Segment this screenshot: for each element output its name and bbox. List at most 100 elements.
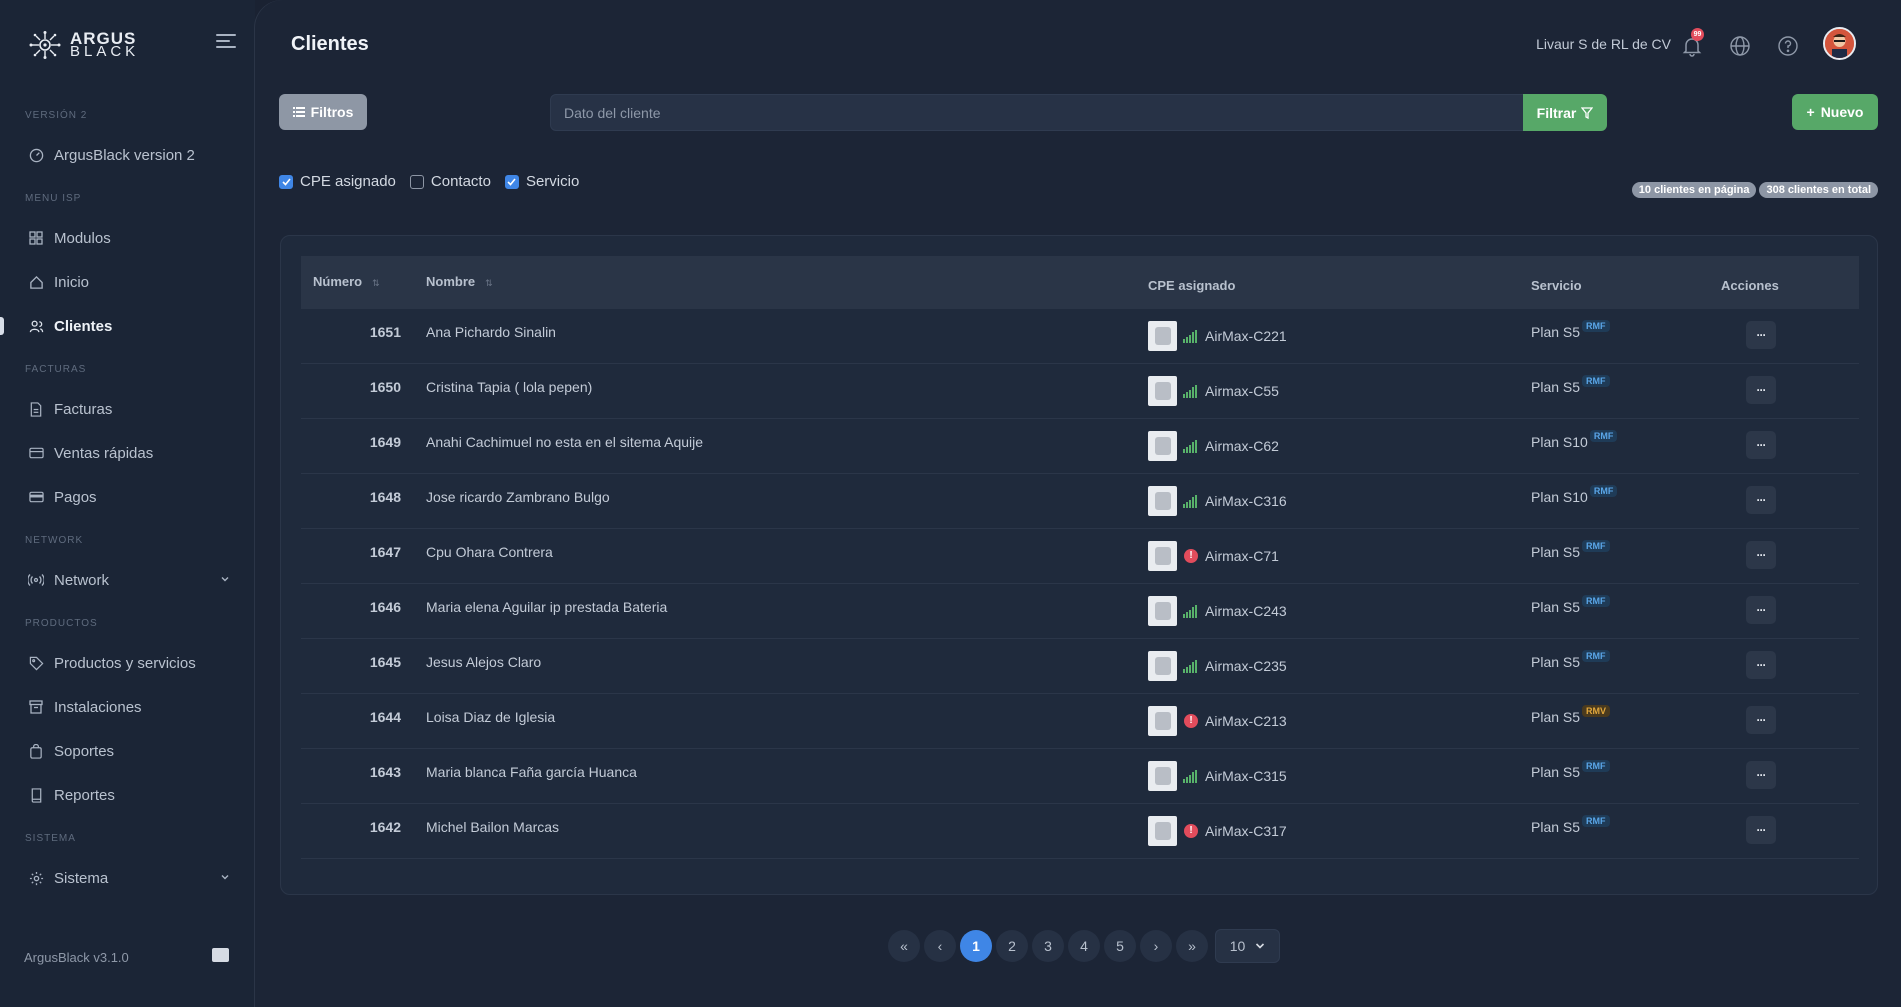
home-icon xyxy=(28,274,44,290)
actions-button[interactable]: ··· xyxy=(1746,761,1776,789)
device-image xyxy=(1148,651,1177,681)
filtrar-label: Filtrar xyxy=(1536,104,1577,121)
sidebar-item-pagos[interactable]: Pagos xyxy=(0,480,255,514)
page-button-2[interactable]: 2 xyxy=(996,930,1028,962)
filtrar-button[interactable]: Filtrar xyxy=(1523,94,1607,131)
table-row[interactable]: 1649 Anahi Cachimuel no esta en el sitema… xyxy=(301,419,1859,474)
toggle-contacto[interactable]: Contacto xyxy=(409,173,491,190)
cpe-name[interactable]: AirMax-C315 xyxy=(1205,768,1287,784)
actions-button[interactable]: ··· xyxy=(1746,321,1776,349)
page-button-1[interactable]: 1 xyxy=(960,930,992,962)
search-input[interactable] xyxy=(550,94,1528,131)
cpe-name[interactable]: AirMax-C213 xyxy=(1205,713,1287,729)
sidebar-item-argusblack-v2[interactable]: ArgusBlack version 2 xyxy=(0,138,255,172)
nuevo-button[interactable]: + Nuevo xyxy=(1792,94,1878,130)
menu-toggle-icon[interactable] xyxy=(216,34,238,52)
help-icon[interactable] xyxy=(1777,35,1799,57)
filtros-button[interactable]: Filtros xyxy=(279,94,367,130)
checkbox-checked-icon[interactable] xyxy=(504,174,519,189)
sidebar-item-modulos[interactable]: Modulos xyxy=(0,221,255,255)
sidebar-item-network[interactable]: Network xyxy=(0,563,255,597)
per-page-select[interactable]: 10 xyxy=(1215,929,1280,963)
toggle-cpe-asignado[interactable]: CPE asignado xyxy=(279,173,396,190)
table-row[interactable]: 1650 Cristina Tapia ( lola pepen) Airmax-C… xyxy=(301,364,1859,419)
table-row[interactable]: 1643 Maria blanca Faña garcía Huanca AirMa… xyxy=(301,749,1859,804)
first-page-button[interactable]: « xyxy=(888,930,920,962)
cpe-name[interactable]: AirMax-C221 xyxy=(1205,328,1287,344)
checkbox-checked-icon[interactable] xyxy=(279,174,293,189)
actions-button[interactable]: ··· xyxy=(1746,816,1776,844)
section-productos: PRODUCTOS xyxy=(25,618,98,629)
client-name[interactable]: Michel Bailon Marcas xyxy=(426,819,559,835)
sidebar-item-reportes[interactable]: Reportes xyxy=(0,778,255,812)
table-row[interactable]: 1651 Ana Pichardo Sinalin AirMax-C221 Plan … xyxy=(301,309,1859,364)
sidebar-item-ventas-rapidas[interactable]: Ventas rápidas xyxy=(0,436,255,470)
avatar[interactable] xyxy=(1823,27,1856,60)
device-image xyxy=(1148,431,1177,461)
cpe-cell: Airmax-C235 xyxy=(1148,651,1287,681)
toggle-servicio[interactable]: Servicio xyxy=(504,173,579,190)
client-number: 1651 xyxy=(369,324,401,340)
table-row[interactable]: 1647 Cpu Ohara Contrera! Airmax-C71 Plan S5… xyxy=(301,529,1859,584)
cpe-name[interactable]: Airmax-C235 xyxy=(1205,658,1287,674)
actions-button[interactable]: ··· xyxy=(1746,651,1776,679)
notification-badge: 99 xyxy=(1691,28,1704,41)
sort-icon: ⇅ xyxy=(485,278,493,288)
cpe-name[interactable]: AirMax-C316 xyxy=(1205,493,1287,509)
actions-button[interactable]: ··· xyxy=(1746,376,1776,404)
page-button-5[interactable]: 5 xyxy=(1104,930,1136,962)
terminal-icon[interactable] xyxy=(212,948,229,962)
actions-button[interactable]: ··· xyxy=(1746,541,1776,569)
actions-button[interactable]: ··· xyxy=(1746,486,1776,514)
page-button-4[interactable]: 4 xyxy=(1068,930,1100,962)
page-button-3[interactable]: 3 xyxy=(1032,930,1064,962)
cpe-name[interactable]: Airmax-C62 xyxy=(1205,438,1279,454)
client-name[interactable]: Anahi Cachimuel no esta en el sitema Aqu… xyxy=(426,434,703,450)
table-row[interactable]: 1645 Jesus Alejos Claro Airmax-C235 Plan S5… xyxy=(301,639,1859,694)
plan-tag: RMV xyxy=(1582,705,1611,717)
client-number: 1647 xyxy=(369,544,401,560)
client-name[interactable]: Jesus Alejos Claro xyxy=(426,654,541,670)
globe-icon[interactable] xyxy=(1729,35,1751,57)
checkbox-unchecked-icon[interactable] xyxy=(409,174,424,189)
client-name[interactable]: Cpu Ohara Contrera xyxy=(426,544,553,560)
header-nombre[interactable]: Nombre ⇅ xyxy=(426,274,493,289)
client-name[interactable]: Jose ricardo Zambrano Bulgo xyxy=(426,489,610,505)
sidebar-item-instalaciones[interactable]: Instalaciones xyxy=(0,690,255,724)
device-image xyxy=(1148,761,1177,791)
table-row[interactable]: 1646 Maria elena Aguilar ip prestada Bate… xyxy=(301,584,1859,639)
sidebar-item-soportes[interactable]: Soportes xyxy=(0,734,255,768)
document-icon xyxy=(28,401,44,417)
cpe-name[interactable]: Airmax-C55 xyxy=(1205,383,1279,399)
actions-button[interactable]: ··· xyxy=(1746,596,1776,624)
sidebar-item-facturas[interactable]: Facturas xyxy=(0,392,255,426)
table-row[interactable]: 1644 Loisa Diaz de Iglesia! AirMax-C213 Pla… xyxy=(301,694,1859,749)
pagination: « ‹ 1 2 3 4 5 › » 10 xyxy=(888,929,1280,963)
company-name[interactable]: Livaur S de RL de CV xyxy=(1536,36,1671,52)
actions-button[interactable]: ··· xyxy=(1746,706,1776,734)
client-name[interactable]: Loisa Diaz de Iglesia xyxy=(426,709,555,725)
client-name[interactable]: Cristina Tapia ( lola pepen) xyxy=(426,379,592,395)
next-page-button[interactable]: › xyxy=(1140,930,1172,962)
argus-logo[interactable]: ARGUS BLACK xyxy=(28,30,139,60)
sidebar-item-productos[interactable]: Productos y servicios xyxy=(0,646,255,680)
plan-tag: RMF xyxy=(1582,815,1610,827)
sidebar-item-inicio[interactable]: Inicio xyxy=(0,265,255,299)
table-row[interactable]: 1648 Jose ricardo Zambrano Bulgo AirMax-C3… xyxy=(301,474,1859,529)
last-page-button[interactable]: » xyxy=(1176,930,1208,962)
cpe-name[interactable]: AirMax-C317 xyxy=(1205,823,1287,839)
cpe-name[interactable]: Airmax-C243 xyxy=(1205,603,1287,619)
actions-button[interactable]: ··· xyxy=(1746,431,1776,459)
device-image xyxy=(1148,596,1177,626)
header-numero[interactable]: Número ⇅ xyxy=(313,274,380,289)
cpe-name[interactable]: Airmax-C71 xyxy=(1205,548,1279,564)
signal-bars-icon xyxy=(1183,604,1199,618)
client-name[interactable]: Maria elena Aguilar ip prestada Bateria xyxy=(426,599,667,615)
device-image xyxy=(1148,541,1177,571)
table-row[interactable]: 1642 Michel Bailon Marcas! AirMax-C317 Plan… xyxy=(301,804,1859,859)
client-name[interactable]: Maria blanca Faña garcía Huanca xyxy=(426,764,637,780)
sidebar-item-sistema[interactable]: Sistema xyxy=(0,861,255,895)
sidebar-item-clientes[interactable]: Clientes xyxy=(0,309,255,343)
client-name[interactable]: Ana Pichardo Sinalin xyxy=(426,324,556,340)
prev-page-button[interactable]: ‹ xyxy=(924,930,956,962)
